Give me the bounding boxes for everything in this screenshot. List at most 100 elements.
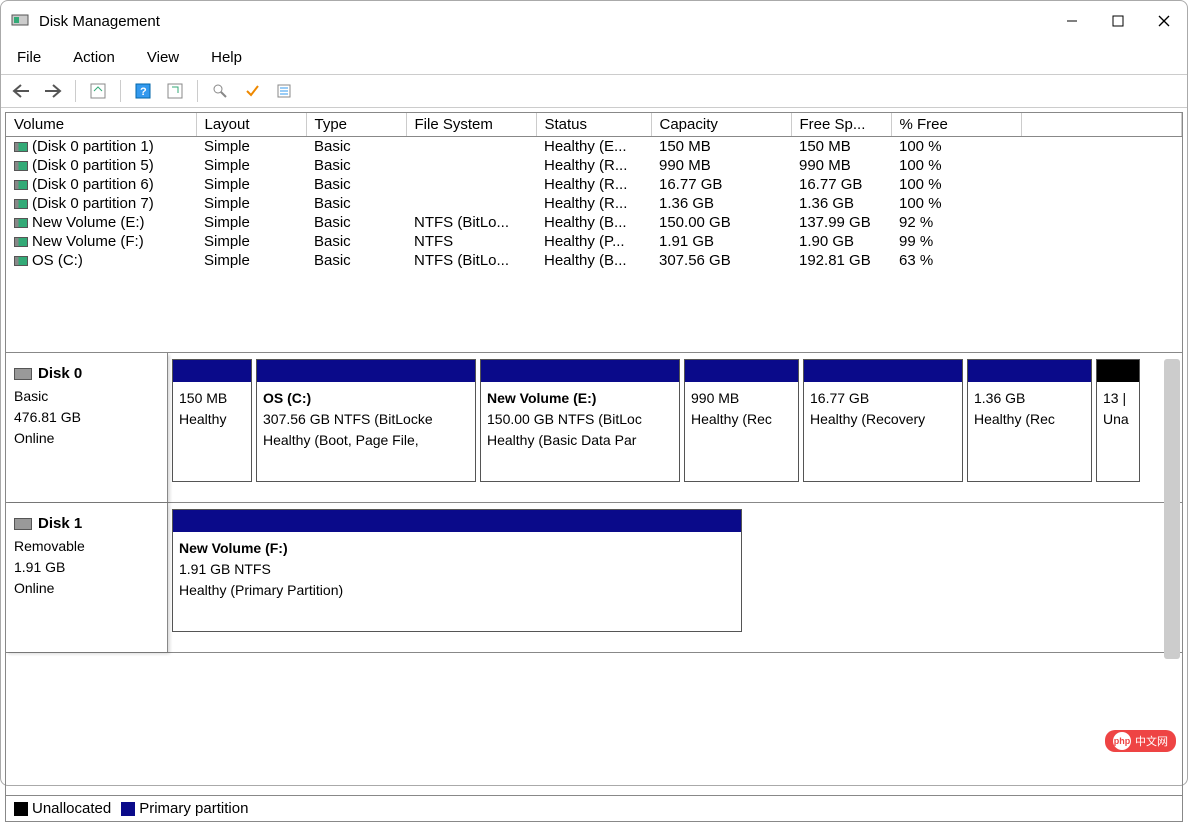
toolbar-separator: [197, 80, 198, 102]
forward-button[interactable]: [41, 79, 65, 103]
partition-block[interactable]: 16.77 GB Healthy (Recovery: [803, 359, 963, 482]
partition-block[interactable]: 1.36 GB Healthy (Rec: [967, 359, 1092, 482]
disk-type: Removable: [14, 536, 159, 557]
disk-graphical-pane: Disk 0 Basic 476.81 GB Online 150 MB Hea…: [6, 353, 1182, 796]
partition-color-bar: [257, 360, 475, 382]
watermark-badge: 中文网: [1105, 730, 1176, 752]
disk-icon: [14, 518, 32, 530]
volume-icon: [14, 218, 28, 228]
volume-icon: [14, 180, 28, 190]
toolbar-separator: [75, 80, 76, 102]
refresh-button[interactable]: [163, 79, 187, 103]
partition-size: 1.36 GB: [974, 388, 1085, 409]
col-status[interactable]: Status: [536, 113, 651, 137]
disk-info[interactable]: Disk 0 Basic 476.81 GB Online: [6, 353, 168, 502]
disk-size: 476.81 GB: [14, 407, 159, 428]
vertical-scrollbar[interactable]: [1164, 359, 1180, 659]
table-row[interactable]: (Disk 0 partition 5) Simple Basic Health…: [6, 156, 1182, 175]
col-type[interactable]: Type: [306, 113, 406, 137]
menu-help[interactable]: Help: [207, 45, 246, 70]
disk-partitions: New Volume (F:) 1.91 GB NTFS Healthy (Pr…: [168, 503, 1182, 652]
volume-icon: [14, 256, 28, 266]
minimize-button[interactable]: [1049, 1, 1095, 41]
apply-button[interactable]: [240, 79, 264, 103]
partition-color-bar: [804, 360, 962, 382]
col-spacer: [1021, 113, 1182, 137]
volume-icon: [14, 199, 28, 209]
volume-icon: [14, 161, 28, 171]
partition-status: Healthy (Rec: [974, 409, 1085, 430]
partition-color-bar: [481, 360, 679, 382]
volume-icon: [14, 142, 28, 152]
up-button[interactable]: [86, 79, 110, 103]
disk-name: Disk 1: [38, 515, 82, 532]
partition-size: 150.00 GB NTFS (BitLoc: [487, 409, 673, 430]
volume-list-pane: Volume Layout Type File System Status Ca…: [6, 113, 1182, 353]
window-controls: [1049, 1, 1187, 41]
disk-name: Disk 0: [38, 365, 82, 382]
partition-size: 16.77 GB: [810, 388, 956, 409]
close-button[interactable]: [1141, 1, 1187, 41]
col-layout[interactable]: Layout: [196, 113, 306, 137]
partition-status: Healthy (Recovery: [810, 409, 956, 430]
menu-view[interactable]: View: [143, 45, 183, 70]
col-free-space[interactable]: Free Sp...: [791, 113, 891, 137]
find-button[interactable]: [208, 79, 232, 103]
help-button[interactable]: ?: [131, 79, 155, 103]
partition-size: 13 |: [1103, 388, 1133, 409]
partition-status: Una: [1103, 409, 1133, 430]
partition-color-bar: [685, 360, 798, 382]
partition-block[interactable]: New Volume (F:) 1.91 GB NTFS Healthy (Pr…: [172, 509, 742, 632]
window-title: Disk Management: [39, 13, 160, 30]
back-button[interactable]: [9, 79, 33, 103]
col-filesystem[interactable]: File System: [406, 113, 536, 137]
menu-action[interactable]: Action: [69, 45, 119, 70]
partition-block[interactable]: 13 | Una: [1096, 359, 1140, 482]
col-pct-free[interactable]: % Free: [891, 113, 1021, 137]
partition-status: Healthy: [179, 409, 245, 430]
table-row[interactable]: New Volume (E:) Simple Basic NTFS (BitLo…: [6, 213, 1182, 232]
col-volume[interactable]: Volume: [6, 113, 196, 137]
titlebar: Disk Management: [1, 1, 1187, 41]
partition-block[interactable]: New Volume (E:) 150.00 GB NTFS (BitLoc H…: [480, 359, 680, 482]
partition-title: New Volume (E:): [487, 388, 673, 409]
menu-file[interactable]: File: [13, 45, 45, 70]
partition-block[interactable]: OS (C:) 307.56 GB NTFS (BitLocke Healthy…: [256, 359, 476, 482]
partition-status: Healthy (Primary Partition): [179, 580, 735, 601]
table-row[interactable]: (Disk 0 partition 1) Simple Basic Health…: [6, 137, 1182, 157]
disk-row: Disk 1 Removable 1.91 GB Online New Volu…: [6, 503, 1182, 653]
content-area: Volume Layout Type File System Status Ca…: [5, 112, 1183, 822]
partition-block[interactable]: 990 MB Healthy (Rec: [684, 359, 799, 482]
disk-row: Disk 0 Basic 476.81 GB Online 150 MB Hea…: [6, 353, 1182, 503]
partition-size: 307.56 GB NTFS (BitLocke: [263, 409, 469, 430]
volume-icon: [14, 237, 28, 247]
disk-type: Basic: [14, 386, 159, 407]
partition-color-bar: [968, 360, 1091, 382]
disk-status: Online: [14, 428, 159, 449]
disk-icon: [14, 368, 32, 380]
table-row[interactable]: (Disk 0 partition 7) Simple Basic Health…: [6, 194, 1182, 213]
partition-color-bar: [173, 510, 741, 532]
table-row[interactable]: OS (C:) Simple Basic NTFS (BitLo... Heal…: [6, 251, 1182, 270]
maximize-button[interactable]: [1095, 1, 1141, 41]
partition-block[interactable]: 150 MB Healthy: [172, 359, 252, 482]
table-row[interactable]: (Disk 0 partition 6) Simple Basic Health…: [6, 175, 1182, 194]
partition-size: 1.91 GB NTFS: [179, 559, 735, 580]
toolbar: ?: [1, 74, 1187, 108]
table-header-row: Volume Layout Type File System Status Ca…: [6, 113, 1182, 137]
partition-status: Healthy (Boot, Page File,: [263, 430, 469, 451]
partition-color-bar: [1097, 360, 1139, 382]
partition-title: New Volume (F:): [179, 538, 735, 559]
partition-status: Healthy (Rec: [691, 409, 792, 430]
legend: Unallocated Primary partition: [6, 796, 1182, 821]
disk-info[interactable]: Disk 1 Removable 1.91 GB Online: [6, 503, 168, 652]
partition-color-bar: [173, 360, 251, 382]
app-icon: [11, 12, 29, 30]
properties-button[interactable]: [272, 79, 296, 103]
volume-table[interactable]: Volume Layout Type File System Status Ca…: [6, 113, 1182, 270]
col-capacity[interactable]: Capacity: [651, 113, 791, 137]
svg-text:?: ?: [140, 86, 147, 98]
legend-unallocated: Unallocated: [14, 800, 111, 817]
table-row[interactable]: New Volume (F:) Simple Basic NTFS Health…: [6, 232, 1182, 251]
disk-size: 1.91 GB: [14, 557, 159, 578]
